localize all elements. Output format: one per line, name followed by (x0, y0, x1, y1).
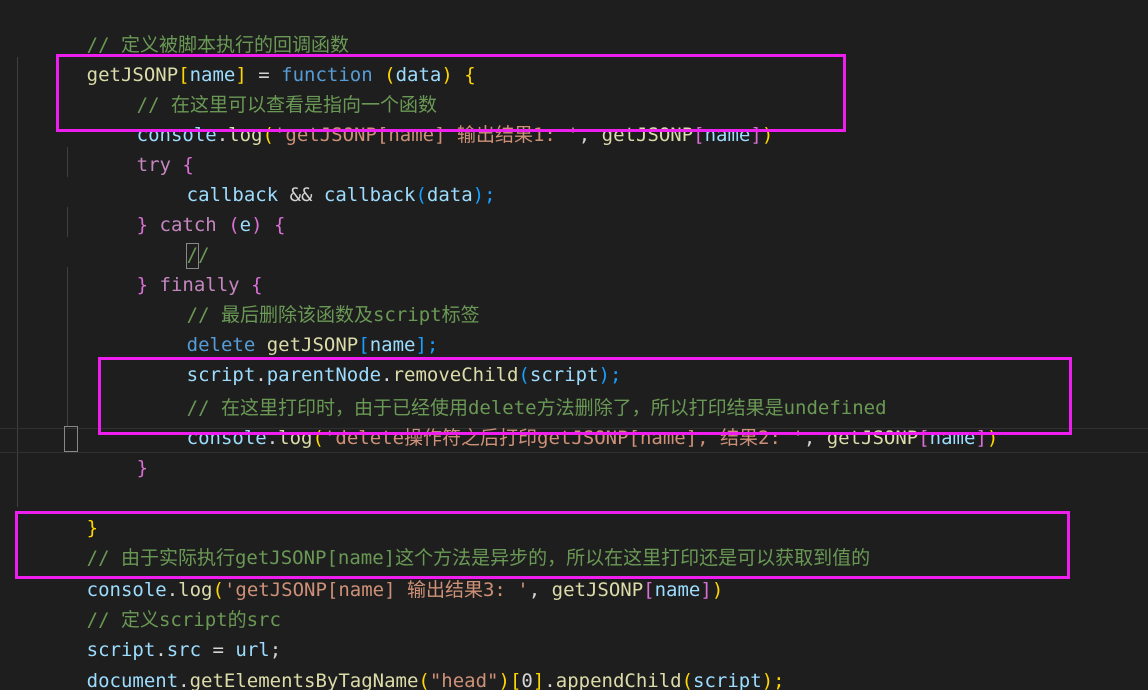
code-line-5[interactable]: try { (68, 120, 194, 176)
arg-bracket-close-3: ] (700, 579, 712, 601)
appendchild-paren-open: ( (681, 670, 694, 690)
space-4 (263, 214, 274, 236)
code-editor[interactable]: // 定义被脚本执行的回调函数 getJSONP[name] = functio… (0, 0, 1148, 690)
arg-bracket-open-2: [ (918, 427, 930, 449)
arg-getjsonp-2: getJSONP (826, 427, 919, 449)
method-getelementsbytagname: getElementsByTagName (189, 670, 419, 690)
code-line-14[interactable]: console.log('delete操作符之后打印getJSONP[name]… (118, 393, 999, 449)
code-line-2[interactable]: getJSONP[name] = function (data) { (18, 30, 476, 86)
object-document: document (86, 670, 179, 690)
code-line-19[interactable]: // 定义script的src (18, 575, 281, 631)
code-line-11[interactable]: delete getJSONP[name]; (118, 300, 439, 356)
arg-name-2: name (929, 427, 976, 449)
method-appendchild: appendChild (555, 670, 682, 690)
code-line-15[interactable]: } (68, 423, 148, 479)
arg-data: data (426, 184, 473, 206)
code-line-13[interactable]: // 在这里打印时，由于已经使用delete方法删除了，所以打印结果是undef… (118, 363, 887, 419)
catch-param-e: e (239, 214, 252, 236)
arg-bracket-open-3: [ (643, 579, 655, 601)
method-log: log (228, 124, 263, 146)
code-line-9[interactable]: } finally { (68, 240, 263, 296)
call-paren-close-3: ) (711, 579, 724, 601)
brace-open: { (464, 64, 476, 86)
arg-getjsonp: getJSONP (601, 124, 694, 146)
code-line-18[interactable]: console.log('getJSONP[name] 输出结果3: ', ge… (18, 545, 724, 601)
comma-3: , (528, 579, 552, 601)
arg-getjsonp-3: getJSONP (551, 579, 644, 601)
arg-bracket-close: ] (750, 124, 762, 146)
dot-8: . (544, 670, 556, 690)
space-3 (217, 214, 228, 236)
code-line-8[interactable]: // (118, 210, 210, 266)
call-paren-open: ( (262, 124, 274, 146)
callback-paren-close: ); (472, 184, 496, 206)
finally-brace-close: } (136, 457, 149, 479)
callback-paren-open: ( (415, 184, 427, 206)
code-line-17[interactable]: // 由于实际执行getJSONP[name]这个方法是异步的，所以在这里打印还… (18, 513, 870, 569)
appendchild-paren-close: ); (761, 670, 785, 690)
arg-name: name (704, 124, 751, 146)
call-paren-open-2: ( (312, 427, 324, 449)
code-line-12[interactable]: script.parentNode.removeChild(script); (118, 330, 622, 386)
gebtn-paren-close: ) (498, 670, 510, 690)
identifier-callback-2: callback (323, 184, 416, 206)
catch-paren-close: ) (251, 214, 263, 236)
code-line-10[interactable]: // 最后删除该函数及script标签 (118, 270, 480, 326)
call-paren-close-2: ) (986, 427, 999, 449)
indent-guide-level-1 (17, 57, 18, 507)
arg-script-2: script (693, 670, 762, 690)
code-line-4[interactable]: console.log('getJSONP[name] 输出结果1: ', ge… (68, 90, 774, 146)
code-line-21[interactable]: document.getElementsByTagName("head")[0]… (18, 636, 785, 690)
arg-bracket-close-2: ] (975, 427, 987, 449)
code-line-3[interactable]: // 在这里可以查看是指向一个函数 (68, 60, 437, 116)
arg-name-3: name (654, 579, 701, 601)
catch-paren-open: ( (228, 214, 240, 236)
string-head: "head" (429, 670, 499, 690)
code-line-16[interactable]: } (18, 483, 98, 539)
index-bracket-open: [ (509, 670, 522, 690)
code-surface[interactable]: // 定义被脚本执行的回调函数 getJSONP[name] = functio… (0, 0, 1148, 690)
paren-close: ) (441, 64, 465, 86)
bracket-match-finally-close (64, 426, 78, 452)
string-output-1: 'getJSONP[name] 输出结果1: ' (273, 124, 579, 146)
code-line-7[interactable]: } catch (e) { (68, 180, 286, 236)
catch-brace-open: { (274, 214, 286, 236)
method-log-2: log (278, 427, 313, 449)
index-bracket-close: ] (532, 670, 545, 690)
comma-1: , (578, 124, 602, 146)
gebtn-paren-open: ( (418, 670, 430, 690)
bracket-match-finally-open (186, 243, 199, 269)
dot-4: . (266, 427, 279, 449)
dot-1: . (216, 124, 229, 146)
dot-7: . (178, 670, 190, 690)
code-line-6[interactable]: callback && callback(data); (118, 150, 496, 206)
code-line-20[interactable]: script.src = url; (18, 605, 282, 661)
call-paren-close: ) (761, 124, 774, 146)
code-line-1[interactable]: // 定义被脚本执行的回调函数 (18, 0, 349, 56)
index-zero: 0 (521, 670, 533, 690)
comma-2: , (803, 427, 827, 449)
arg-bracket-open: [ (693, 124, 705, 146)
object-console-2: console (186, 427, 267, 449)
string-output-2: 'delete操作符之后打印getJSONP[name], 结果2: ' (323, 427, 804, 449)
